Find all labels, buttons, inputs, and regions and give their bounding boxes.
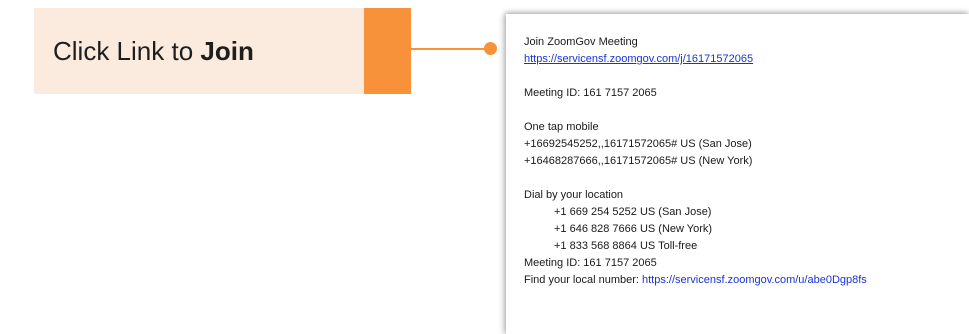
meeting-id-repeat: Meeting ID: 161 7157 2065 bbox=[524, 257, 657, 269]
local-number-label: Find your local number: bbox=[524, 274, 642, 286]
one-tap-number: +16692545252,,16171572065# US (San Jose) bbox=[524, 138, 752, 150]
meeting-id: Meeting ID: 161 7157 2065 bbox=[524, 87, 657, 99]
callout-label-bold: Join bbox=[200, 36, 254, 66]
connector-line bbox=[411, 48, 490, 50]
callout-label: Click Link to Join bbox=[53, 34, 254, 68]
local-number-link[interactable]: https://servicensf.zoomgov.com/u/abe0Dgp… bbox=[642, 274, 867, 286]
local-number-row: Find your local number: https://servicen… bbox=[524, 272, 969, 289]
dial-number: +1 833 568 8864 US Toll-free bbox=[554, 240, 698, 252]
dial-number: +1 669 254 5252 US (San Jose) bbox=[554, 206, 712, 218]
invite-heading: Join ZoomGov Meeting bbox=[524, 36, 638, 48]
dial-heading: Dial by your location bbox=[524, 189, 624, 201]
join-callout: Click Link to Join bbox=[34, 8, 411, 94]
dial-number: +1 646 828 7666 US (New York) bbox=[554, 223, 713, 235]
one-tap-number: +16468287666,,16171572065# US (New York) bbox=[524, 155, 753, 167]
meeting-invite-body: Join ZoomGov Meeting https://servicensf.… bbox=[524, 34, 969, 289]
callout-accent-bar bbox=[364, 8, 411, 94]
meeting-invite-card: Join ZoomGov Meeting https://servicensf.… bbox=[506, 14, 969, 334]
callout-label-text: Click Link to bbox=[53, 36, 201, 66]
connector-dot bbox=[484, 42, 497, 55]
one-tap-heading: One tap mobile bbox=[524, 121, 599, 133]
join-meeting-link[interactable]: https://servicensf.zoomgov.com/j/1617157… bbox=[524, 53, 753, 65]
